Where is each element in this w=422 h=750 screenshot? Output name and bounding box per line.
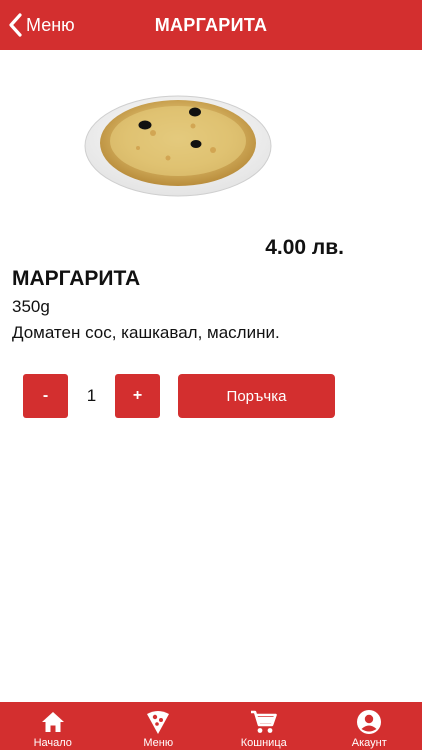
tab-account[interactable]: Акаунт [317,702,422,750]
cart-icon [250,709,278,735]
quantity-decrease-button[interactable]: - [23,374,68,418]
back-button[interactable]: Меню [8,9,75,41]
bottom-tab-bar: Начало Меню Кошница Акаунт [0,702,422,750]
tab-home[interactable]: Начало [0,702,106,750]
home-icon [39,709,67,735]
back-label: Меню [26,14,75,35]
pizza-image [83,88,273,198]
product-description: Доматен сос, кашкавал, маслини. [12,323,280,342]
tab-cart[interactable]: Кошница [211,702,317,750]
pizza-slice-icon [144,709,172,735]
tab-cart-label: Кошница [240,737,287,749]
chevron-left-icon [8,13,22,37]
product-price: 4.00 лв. [265,236,344,259]
quantity-increase-button[interactable]: + [115,374,160,418]
account-icon [355,709,383,735]
order-button[interactable]: Поръчка [178,374,335,418]
product-weight: 350g [12,297,50,316]
tab-account-label: Акаунт [351,737,387,749]
tab-menu[interactable]: Меню [106,702,212,750]
product-name: МАРГАРИТА [12,267,141,290]
tab-home-label: Начало [33,737,72,749]
top-bar: Меню МАРГАРИТА [0,0,422,50]
tab-menu-label: Меню [143,737,174,749]
quantity-value: 1 [86,386,97,405]
